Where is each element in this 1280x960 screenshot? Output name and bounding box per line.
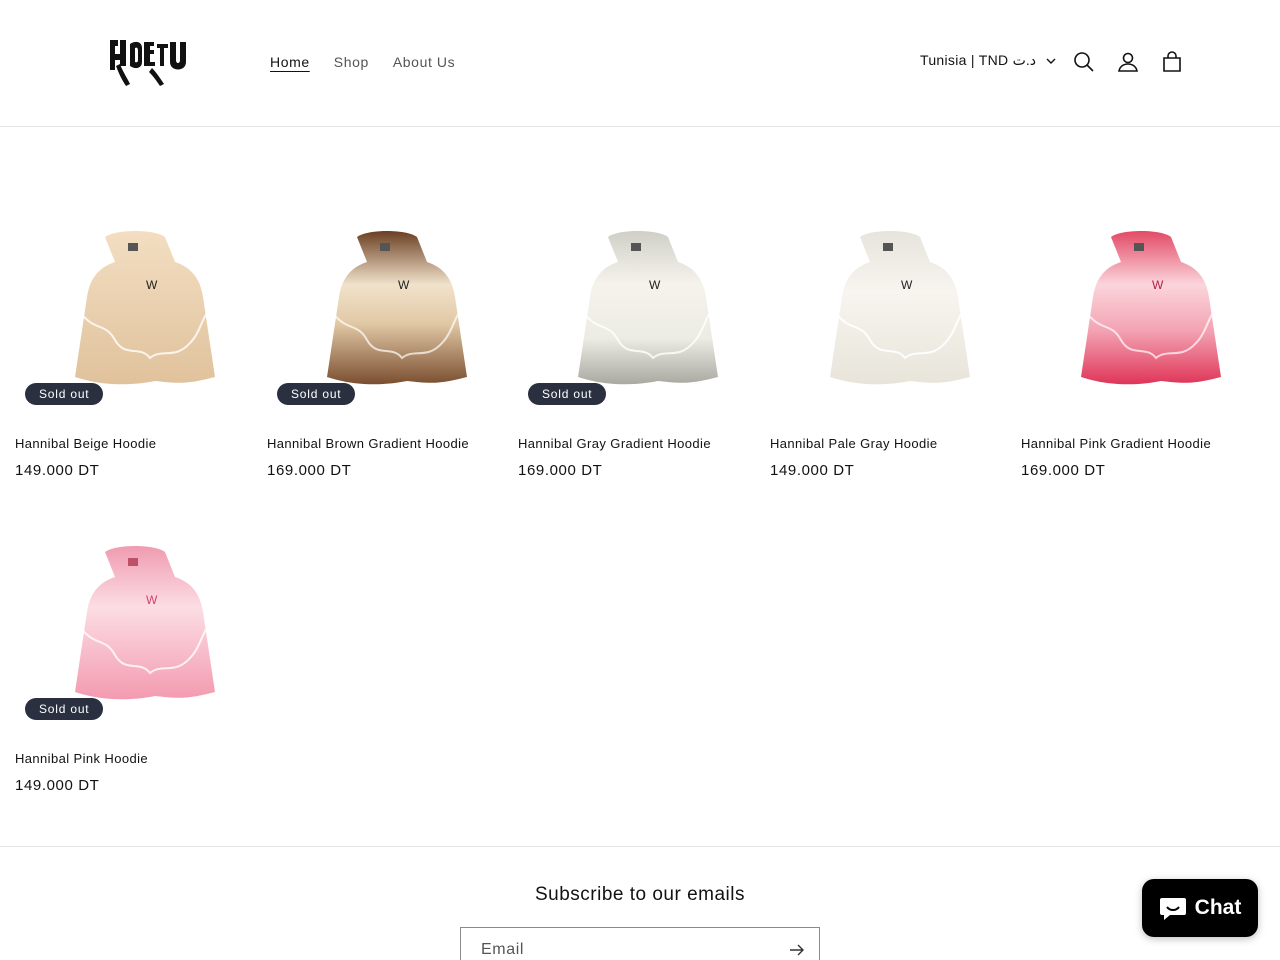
account-icon <box>1118 52 1138 72</box>
nav-about-us[interactable]: About Us <box>381 52 467 72</box>
product-card[interactable]: W Sold out Hannibal Beige Hoodie 149.000… <box>15 207 255 479</box>
hoodie-image: W <box>75 546 215 700</box>
product-title[interactable]: Hannibal Beige Hoodie <box>15 436 156 451</box>
product-title[interactable]: Hannibal Pink Hoodie <box>15 751 148 766</box>
country-label: Tunisia | TND د.ت <box>920 52 1036 68</box>
email-placeholder: Email <box>481 941 525 958</box>
product-price: 149.000 DT <box>15 777 100 794</box>
product-title[interactable]: Hannibal Pink Gradient Hoodie <box>1021 436 1211 451</box>
chat-bubble-icon <box>1159 898 1186 920</box>
product-card[interactable]: W Hannibal Pink Gradient Hoodie 169.000 … <box>1021 207 1261 479</box>
svg-text:W: W <box>398 278 410 292</box>
svg-text:W: W <box>649 278 661 292</box>
product-price: 169.000 DT <box>518 462 603 479</box>
svg-text:W: W <box>146 593 158 607</box>
logo-graphic <box>110 40 186 86</box>
site-header: Home Shop About Us Tunisia | TND د.ت <box>0 0 1280 127</box>
sold-out-badge: Sold out <box>528 383 607 405</box>
product-price: 169.000 DT <box>267 462 352 479</box>
chat-label: Chat <box>1194 896 1242 919</box>
product-image[interactable]: W Sold out <box>518 207 758 437</box>
hoodie-image: W <box>327 231 467 385</box>
newsletter-title: Subscribe to our emails <box>534 884 746 905</box>
newsletter-section: Subscribe to our emails Email <box>0 846 1280 960</box>
email-field[interactable]: Email <box>460 927 820 960</box>
product-card[interactable]: W Sold out Hannibal Pink Hoodie 149.000 … <box>15 522 255 794</box>
product-title[interactable]: Hannibal Pale Gray Hoodie <box>770 436 938 451</box>
hoodie-image: W <box>1081 231 1221 385</box>
product-image[interactable]: W Sold out <box>267 207 507 437</box>
svg-text:W: W <box>901 278 913 292</box>
hoodie-image: W <box>75 231 215 385</box>
search-icon <box>1074 52 1094 72</box>
hoodie-image: W <box>578 231 718 385</box>
nav-home[interactable]: Home <box>258 52 322 72</box>
svg-text:W: W <box>146 278 158 292</box>
product-card[interactable]: W Sold out Hannibal Gray Gradient Hoodie… <box>518 207 758 479</box>
product-image[interactable]: W Sold out <box>15 522 255 752</box>
sold-out-badge: Sold out <box>25 698 104 720</box>
product-card[interactable]: W Sold out Hannibal Brown Gradient Hoodi… <box>267 207 507 479</box>
sold-out-badge: Sold out <box>277 383 356 405</box>
product-image[interactable]: W <box>1021 207 1261 437</box>
cart-icon <box>1163 51 1181 72</box>
cart-button[interactable] <box>1158 48 1186 76</box>
product-image[interactable]: W <box>770 207 1010 437</box>
product-title[interactable]: Hannibal Gray Gradient Hoodie <box>518 436 711 451</box>
product-card[interactable]: W Hannibal Pale Gray Hoodie 149.000 DT <box>770 207 1010 479</box>
store-logo[interactable] <box>104 34 196 94</box>
chevron-down-icon <box>1046 58 1056 64</box>
nav-shop[interactable]: Shop <box>322 52 381 72</box>
account-button[interactable] <box>1114 48 1142 76</box>
main-nav: Home Shop About Us <box>258 52 467 72</box>
product-price: 149.000 DT <box>770 462 855 479</box>
product-image[interactable]: W Sold out <box>15 207 255 437</box>
product-title[interactable]: Hannibal Brown Gradient Hoodie <box>267 436 469 451</box>
hoodie-image: W <box>830 231 970 385</box>
product-price: 169.000 DT <box>1021 462 1106 479</box>
sold-out-badge: Sold out <box>25 383 104 405</box>
country-selector[interactable]: Tunisia | TND د.ت <box>920 52 1056 69</box>
svg-text:W: W <box>1152 278 1164 292</box>
product-price: 149.000 DT <box>15 462 100 479</box>
chat-button[interactable]: Chat <box>1142 879 1258 937</box>
arrow-right-icon[interactable] <box>787 940 807 960</box>
search-button[interactable] <box>1070 48 1098 76</box>
